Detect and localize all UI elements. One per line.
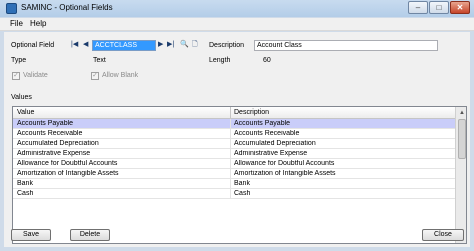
- new-document-icon[interactable]: 🗋: [192, 40, 198, 50]
- table-row[interactable]: Bank Bank: [13, 179, 455, 189]
- description-input[interactable]: Account Class: [254, 40, 438, 51]
- length-value: 60: [263, 57, 271, 64]
- type-value: Text: [93, 57, 106, 64]
- validate-label: Validate: [23, 72, 48, 79]
- description-cell: Allowance for Doubtful Accounts: [234, 160, 335, 167]
- description-label: Description: [209, 42, 245, 49]
- value-cell: Accumulated Depreciation: [17, 140, 99, 147]
- value-cell: Accounts Receivable: [17, 130, 83, 137]
- column-divider: [230, 107, 231, 119]
- table-row[interactable]: Accounts Payable Accounts Payable: [13, 119, 455, 129]
- value-cell: Amortization of Intangible Assets: [17, 170, 119, 177]
- scroll-up-icon[interactable]: ▲: [457, 108, 466, 118]
- save-button[interactable]: Save: [11, 229, 51, 241]
- table-row[interactable]: Administrative Expense Administrative Ex…: [13, 149, 455, 159]
- table-row[interactable]: Amortization of Intangible Assets Amorti…: [13, 169, 455, 179]
- menu-bar: File Help: [0, 18, 474, 31]
- value-cell: Administrative Expense: [17, 150, 91, 157]
- table-row[interactable]: Accounts Receivable Accounts Receivable: [13, 129, 455, 139]
- optional-fields-window: SAMINC - Optional Fields – □ ✕ File Help…: [0, 0, 474, 251]
- optional-field-value: ACCTCLASS: [95, 42, 138, 49]
- table-row[interactable]: Allowance for Doubtful Accounts Allowanc…: [13, 159, 455, 169]
- title-bar[interactable]: SAMINC - Optional Fields – □ ✕: [0, 0, 474, 17]
- description-cell: Accumulated Depreciation: [234, 140, 316, 147]
- vertical-scrollbar[interactable]: ▲ ▼: [455, 107, 466, 243]
- next-icon[interactable]: ▶: [158, 40, 163, 50]
- app-icon: [6, 3, 17, 14]
- optional-field-label: Optional Field: [11, 42, 55, 49]
- length-label: Length: [209, 57, 231, 64]
- description-cell: Administrative Expense: [234, 150, 308, 157]
- table-row[interactable]: Cash Cash: [13, 189, 455, 199]
- description-cell: Amortization of Intangible Assets: [234, 170, 336, 177]
- description-value: Account Class: [257, 42, 302, 49]
- value-cell: Cash: [17, 190, 34, 197]
- last-icon[interactable]: ▶|: [167, 40, 174, 50]
- type-label: Type: [11, 57, 27, 64]
- values-grid[interactable]: Value Description Accounts Payable Accou…: [12, 106, 467, 244]
- close-button[interactable]: Close: [422, 229, 464, 241]
- minimize-button[interactable]: –: [408, 1, 428, 14]
- first-icon[interactable]: |◀: [71, 40, 78, 50]
- optional-field-input[interactable]: ACCTCLASS: [92, 40, 156, 51]
- scroll-thumb[interactable]: [458, 119, 466, 159]
- value-cell: Accounts Payable: [17, 120, 74, 127]
- menu-help[interactable]: Help: [30, 19, 46, 28]
- allow-blank-label: Allow Blank: [102, 72, 139, 79]
- form-panel: Optional Field |◀ ◀ ACCTCLASS ▶ ▶| 🔍 🗋 D…: [4, 32, 470, 247]
- description-cell: Accounts Receivable: [234, 130, 300, 137]
- column-header-value[interactable]: Value: [17, 109, 34, 116]
- values-label: Values: [11, 94, 32, 101]
- finder-icon[interactable]: 🔍: [180, 40, 189, 50]
- grid-header: Value Description: [13, 107, 455, 119]
- validate-checkbox[interactable]: ✓: [12, 72, 20, 80]
- window-title: SAMINC - Optional Fields: [21, 3, 113, 12]
- description-cell: Bank: [234, 180, 250, 187]
- value-cell: Allowance for Doubtful Accounts: [17, 160, 118, 167]
- previous-icon[interactable]: ◀: [83, 40, 88, 50]
- value-cell: Bank: [17, 180, 33, 187]
- table-row[interactable]: Accumulated Depreciation Accumulated Dep…: [13, 139, 455, 149]
- column-header-description[interactable]: Description: [234, 109, 269, 116]
- close-window-button[interactable]: ✕: [450, 1, 470, 14]
- description-cell: Accounts Payable: [234, 120, 291, 127]
- menu-file[interactable]: File: [10, 19, 23, 28]
- description-cell: Cash: [234, 190, 251, 197]
- maximize-button[interactable]: □: [429, 1, 449, 14]
- delete-button[interactable]: Delete: [70, 229, 110, 241]
- allow-blank-checkbox[interactable]: ✓: [91, 72, 99, 80]
